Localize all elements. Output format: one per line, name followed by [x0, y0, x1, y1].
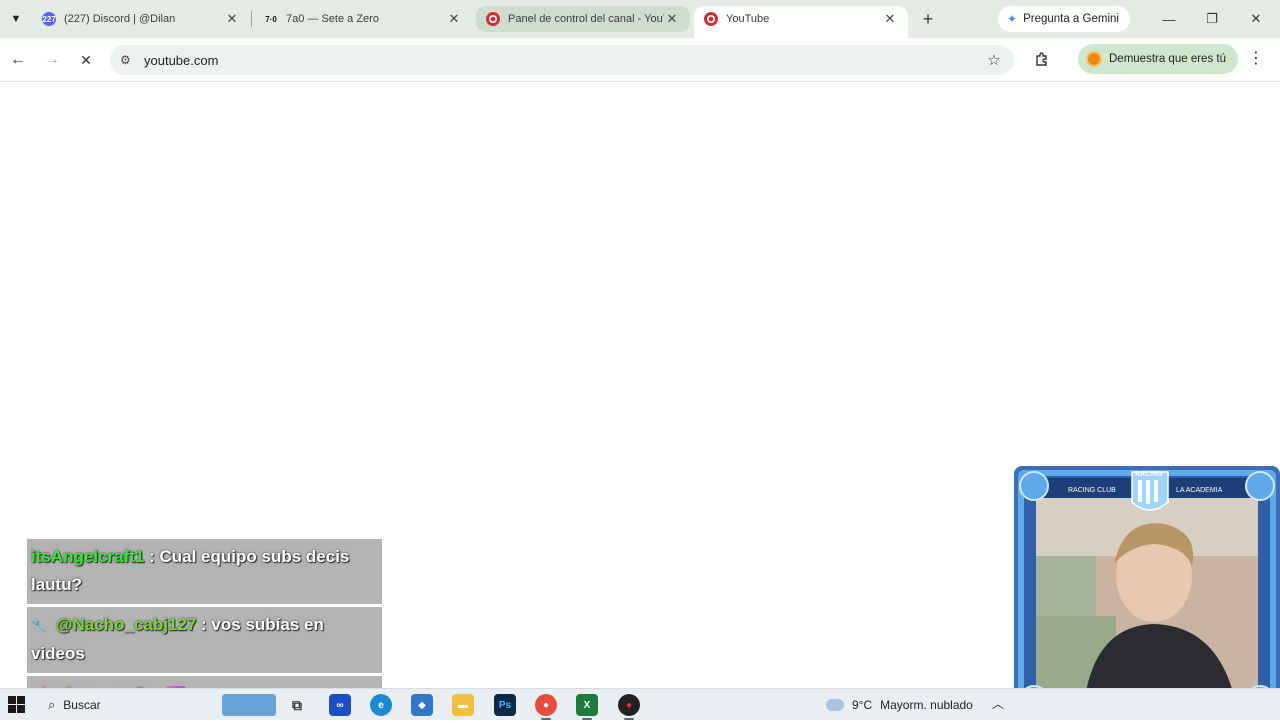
- webcam-crest-label: RACING: [1135, 471, 1163, 478]
- menu-button[interactable]: ⋮: [1248, 50, 1264, 70]
- bookmark-star-icon[interactable]: ☆: [984, 51, 1004, 69]
- arrow-left-icon: ←: [10, 51, 26, 68]
- webcam-left-label: RACING CLUB: [1068, 487, 1116, 494]
- tab-title: YouTube: [726, 13, 770, 25]
- stop-loading-button[interactable]: ✕: [74, 48, 98, 72]
- chat-separator: :: [201, 615, 212, 634]
- close-icon: ✕: [1250, 11, 1262, 26]
- tab-youtube[interactable]: YouTube ✕: [694, 6, 908, 38]
- file-explorer-icon[interactable]: ▬: [452, 694, 474, 716]
- chrome-icon[interactable]: ●: [535, 694, 557, 720]
- close-icon[interactable]: ✕: [446, 11, 462, 27]
- edge-icon[interactable]: e: [370, 694, 392, 716]
- extensions-button[interactable]: [1032, 48, 1052, 70]
- tab-title: Panel de control del canal - YouTube: [508, 13, 664, 25]
- youtube-icon: [704, 12, 718, 26]
- tab-discord[interactable]: 227 (227) Discord | @Dilan ✕: [32, 6, 250, 32]
- webcam-overlay: RACING CLUB RACING LA ACADEMIA 5 1903: [1014, 466, 1280, 720]
- profile-label: Demuestra que eres tú: [1109, 53, 1226, 65]
- chat-message: itsAngelcraft1 : Cual equipo subs decis …: [27, 539, 382, 604]
- 7a0-icon: 7·0: [265, 14, 277, 24]
- arrow-right-icon: →: [44, 51, 60, 68]
- weather-desc: Mayorm. nublado: [880, 698, 973, 712]
- close-window-button[interactable]: ✕: [1241, 8, 1271, 30]
- chevron-up-icon[interactable]: ︿: [992, 695, 1004, 712]
- avatar: [1086, 51, 1102, 67]
- minimize-button[interactable]: —: [1154, 8, 1184, 30]
- weather-temp: 9°C: [852, 698, 873, 712]
- windows-taskbar: ⌕ Buscar ⧉ ∞ e ◆ ▬ Ps ● X ● 9°C Mayorm. …: [0, 688, 1280, 720]
- gemini-button[interactable]: ✦ Pregunta a Gemini: [998, 6, 1130, 32]
- url-text[interactable]: youtube.com: [144, 53, 984, 68]
- search-highlight-icon[interactable]: [222, 694, 276, 716]
- new-tab-button[interactable]: +: [916, 7, 940, 31]
- search-icon: ⌕: [48, 697, 56, 712]
- site-info-icon[interactable]: ⚙: [120, 53, 134, 67]
- tab-search-button[interactable]: ▼: [4, 7, 28, 31]
- tab-strip: ▼ 227 (227) Discord | @Dilan ✕ 7·0 7a0 —…: [0, 0, 1280, 38]
- address-bar[interactable]: ⚙ youtube.com ☆: [110, 45, 1014, 75]
- cloud-icon: [826, 699, 844, 711]
- close-icon: ✕: [80, 51, 92, 68]
- close-icon[interactable]: ✕: [882, 11, 898, 27]
- task-view-icon[interactable]: ⧉: [286, 694, 308, 716]
- gemini-label: Pregunta a Gemini: [1023, 13, 1119, 25]
- taskbar-search-placeholder: Buscar: [63, 698, 101, 712]
- plus-icon: +: [922, 8, 934, 29]
- puzzle-icon: [1036, 52, 1047, 66]
- chat-message: 🔧 @Nacho_cabj127 : vos subías en videos: [27, 607, 382, 673]
- close-icon[interactable]: ✕: [224, 11, 240, 27]
- chat-separator: :: [149, 547, 160, 566]
- browser-toolbar: ← → ✕ ⚙ youtube.com ☆ Demuestra que eres…: [0, 38, 1280, 82]
- profile-button[interactable]: Demuestra que eres tú: [1078, 44, 1238, 74]
- tab-youtube-studio[interactable]: Panel de control del canal - YouTube ✕: [476, 6, 690, 32]
- chat-username: itsAngelcraft1: [31, 547, 145, 566]
- minimize-icon: —: [1162, 11, 1176, 27]
- tab-divider: [251, 11, 252, 27]
- restore-icon: ❐: [1206, 11, 1218, 26]
- discord-icon: 227: [42, 12, 56, 26]
- tab-7a0[interactable]: 7·0 7a0 — Sete a Zero ✕: [254, 6, 472, 32]
- back-button[interactable]: ←: [6, 48, 30, 72]
- forward-button[interactable]: →: [40, 48, 64, 72]
- obs-icon[interactable]: ●: [618, 694, 640, 720]
- vpn-icon[interactable]: ◆: [411, 694, 433, 716]
- close-icon[interactable]: ✕: [664, 11, 680, 27]
- youtube-studio-icon: [486, 12, 500, 26]
- webcam-right-label: LA ACADEMIA: [1176, 487, 1223, 494]
- more-vertical-icon: ⋮: [1248, 50, 1264, 67]
- gemini-sparkle-icon: ✦: [1007, 12, 1018, 26]
- chat-username: @Nacho_cabj127: [55, 615, 197, 634]
- photoshop-icon[interactable]: Ps: [494, 694, 516, 716]
- taskbar-weather[interactable]: 9°C Mayorm. nublado: [826, 694, 973, 716]
- chevron-down-icon: ▼: [10, 13, 22, 25]
- wrench-icon: 🔧: [31, 618, 48, 633]
- restore-button[interactable]: ❐: [1197, 8, 1227, 30]
- stream-chat-overlay: itsAngelcraft1 : Cual equipo subs decis …: [27, 539, 382, 708]
- excel-icon[interactable]: X: [576, 694, 598, 720]
- windows-start-icon[interactable]: [8, 696, 26, 714]
- tab-title: 7a0 — Sete a Zero: [286, 13, 379, 25]
- tab-title: (227) Discord | @Dilan: [64, 13, 176, 25]
- visual-studio-icon[interactable]: ∞: [329, 694, 351, 716]
